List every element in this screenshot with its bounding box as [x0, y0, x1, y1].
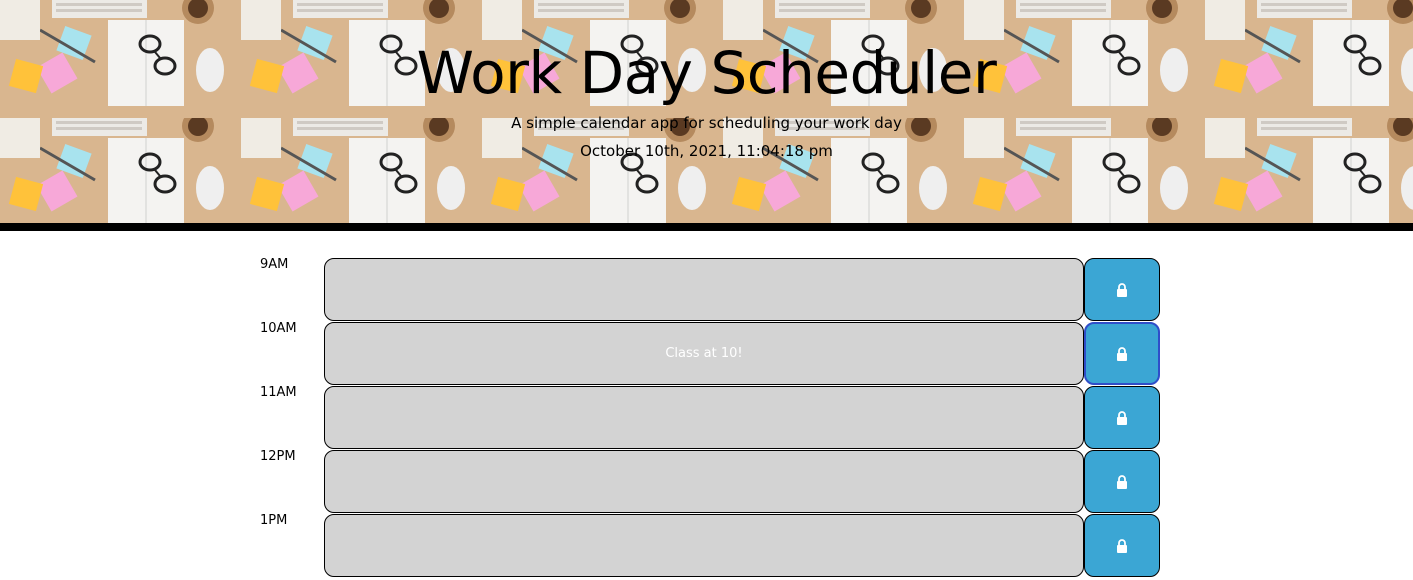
time-block-row: 10AM Class at 10!	[253, 322, 1161, 386]
hour-label: 10AM	[260, 321, 297, 336]
desk-background-image	[0, 0, 1413, 223]
save-button[interactable]	[1084, 386, 1160, 449]
time-block-row: 9AM	[253, 258, 1161, 322]
save-button[interactable]	[1084, 450, 1160, 513]
event-description-textarea[interactable]	[324, 450, 1084, 513]
lock-icon	[1117, 474, 1127, 489]
page-title: Work Day Scheduler	[416, 39, 997, 107]
lock-icon	[1117, 282, 1127, 297]
hour-label: 12PM	[260, 449, 296, 464]
schedule-container: 9AM 10AM Class at 10! 11AM 12PM 1PM	[253, 258, 1161, 578]
time-block-row: 11AM	[253, 386, 1161, 450]
lock-icon	[1117, 410, 1127, 425]
event-description-textarea[interactable]	[324, 514, 1084, 577]
save-button[interactable]	[1084, 514, 1160, 577]
time-block-row: 1PM	[253, 514, 1161, 578]
current-day-datetime: October 10th, 2021, 11:04:18 pm	[580, 142, 833, 160]
event-description-textarea[interactable]: Class at 10!	[324, 322, 1084, 385]
lock-icon	[1117, 346, 1127, 361]
event-description-textarea[interactable]	[324, 386, 1084, 449]
time-block-row: 12PM	[253, 450, 1161, 514]
event-description-textarea[interactable]	[324, 258, 1084, 321]
hour-label: 11AM	[260, 385, 297, 400]
lock-icon	[1117, 538, 1127, 553]
hour-label: 1PM	[260, 513, 288, 528]
header-jumbotron: Work Day Scheduler A simple calendar app…	[0, 0, 1413, 231]
save-button[interactable]	[1084, 322, 1160, 385]
hour-label: 9AM	[260, 257, 289, 272]
page-subtitle: A simple calendar app for scheduling you…	[511, 114, 902, 132]
save-button[interactable]	[1084, 258, 1160, 321]
